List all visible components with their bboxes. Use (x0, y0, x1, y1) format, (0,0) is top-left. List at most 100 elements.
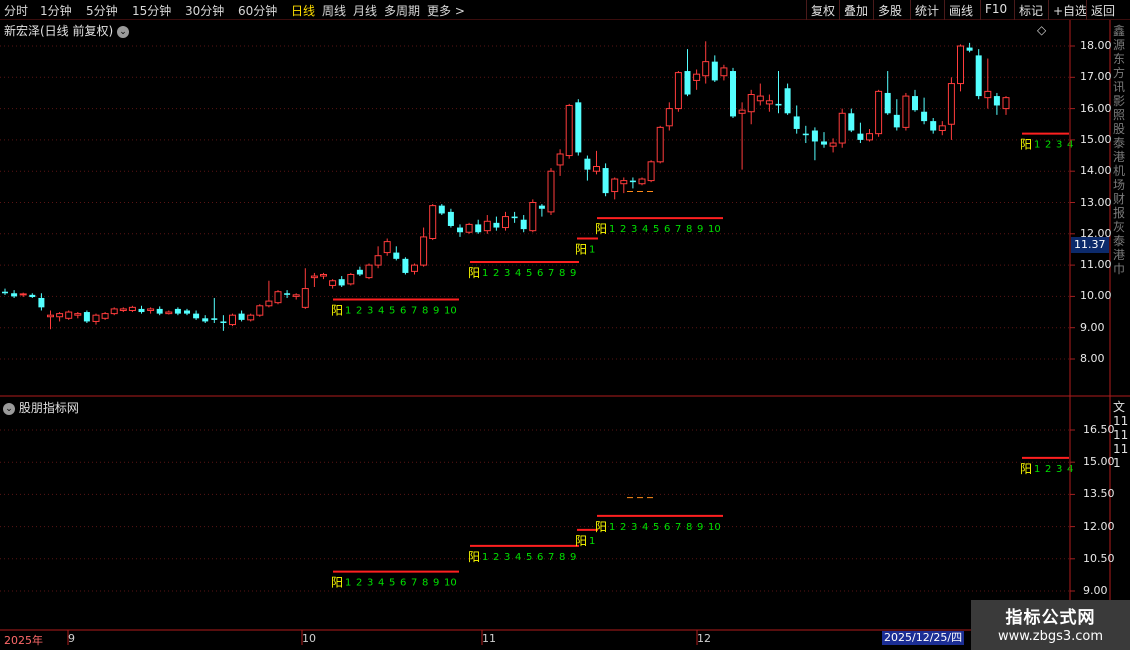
signal-count: 1 (482, 552, 488, 563)
candle-body-down (811, 130, 818, 142)
candle-body-up (301, 288, 309, 308)
candle-body-up (747, 94, 755, 113)
candlestick (211, 297, 218, 324)
candlestick (511, 211, 518, 223)
candle-body-down (711, 61, 718, 81)
candlestick (838, 108, 846, 148)
signal-markers: 阳 1 2 3 4 5 6 7 8 9 10阳 1 2 3 4 5 6 7 8 9 10阳 1 2 3 4 5 6 7 8 9阳 1 2 3 4 5… (331, 132, 1073, 590)
candlestick (811, 127, 818, 161)
signal-count: 1 (345, 306, 351, 317)
candle-body-down (821, 141, 827, 145)
candlestick (65, 310, 73, 320)
candle-body-up (101, 313, 109, 319)
signal-count: 2 (356, 578, 362, 589)
candle-body-down (2, 291, 8, 294)
candlestick (947, 77, 955, 140)
price-tick-label: 9.00 (1080, 320, 1105, 334)
candlestick (438, 204, 445, 216)
candle-body-down (775, 103, 782, 106)
month-label-oct: 10 (302, 632, 316, 645)
candle-body-down (912, 96, 918, 111)
signal-count: 3 (504, 268, 510, 279)
price-tick-label: 13.00 (1080, 195, 1112, 209)
signal-count: 7 (548, 268, 554, 279)
diamond-icon[interactable]: ◇ (1037, 23, 1046, 37)
candlestick (620, 177, 628, 194)
candle-body-down (457, 227, 463, 233)
current-price-badge: 11.37 (1071, 237, 1109, 253)
signal-count: 3 (631, 522, 637, 533)
signal-count: 8 (559, 268, 565, 279)
candlestick (393, 246, 400, 261)
candle-body-up (829, 142, 837, 147)
candlestick (866, 128, 873, 142)
candlestick (184, 308, 190, 316)
main-pane-title: 新宏泽(日线 前复权) ⌄ (4, 22, 130, 39)
price-tick-label: 11.00 (1080, 258, 1112, 272)
candle-body-up (656, 126, 664, 163)
candlestick (611, 177, 619, 200)
signal-count: 10 (444, 578, 457, 589)
signal-count: 1 (609, 522, 615, 533)
candle-body-down (893, 114, 900, 128)
candle-body-down (848, 113, 855, 131)
watermark-url: www.zbgs3.com (997, 629, 1104, 644)
signal-label: 阳 (468, 550, 480, 564)
signal-label: 阳 (331, 576, 343, 590)
candle-body-down (730, 71, 736, 117)
signal-count: 1 (1034, 140, 1040, 151)
candlestick (256, 304, 264, 317)
candlestick (128, 305, 136, 313)
signal-marker-main: 阳1234 (1020, 132, 1073, 152)
candle-body-up (347, 273, 355, 285)
signal-label: 阳 (575, 242, 587, 256)
candlestick (584, 155, 591, 181)
candle-body-up (866, 133, 873, 141)
kline-chart-canvas[interactable]: 阳 1 2 3 4 5 6 7 8 9 10阳 1 2 3 4 5 6 7 8 9 10阳 1 2 3 4 5 6 7 8 9阳 1 2 3 4 5… (0, 0, 1130, 650)
candlestick (966, 42, 973, 53)
candle-body-down (802, 133, 809, 136)
candle-body-down (438, 205, 445, 214)
signal-count: 1 (589, 244, 595, 255)
signal-count: 6 (537, 268, 543, 279)
candlestick (247, 313, 255, 322)
candle-body-up (565, 104, 573, 157)
candle-body-down (238, 313, 245, 320)
price-tick-label: 18.00 (1080, 39, 1112, 52)
candle-body-up (92, 314, 100, 322)
candle-body-up (593, 166, 600, 172)
candlestick (475, 219, 482, 234)
candle-body-up (420, 236, 428, 266)
signal-count: 6 (664, 522, 670, 533)
candlestick (975, 49, 982, 100)
candle-body-up (247, 314, 255, 321)
signal-count: 7 (675, 224, 681, 235)
candle-body-down (356, 269, 363, 275)
signal-count: 7 (411, 578, 417, 589)
signal-count: 4 (515, 268, 521, 279)
candle-body-up (647, 161, 655, 182)
indicator-tick-label: 15.00 (1083, 455, 1115, 469)
candlestick (429, 204, 437, 241)
candlestick (320, 272, 327, 280)
candlestick (156, 306, 163, 316)
signal-label: 阳 (1020, 462, 1032, 476)
candlestick (912, 89, 918, 112)
candlestick (110, 307, 118, 316)
candle-body-up (229, 314, 236, 326)
candle-body-up (19, 293, 27, 296)
signal-count: 3 (631, 224, 637, 235)
candlestick (301, 268, 309, 309)
chevron-down-icon[interactable]: ⌄ (3, 402, 15, 415)
candle-body-down (993, 96, 1000, 106)
candle-body-up (984, 90, 992, 99)
year-label: 2025年 (4, 634, 43, 647)
chevron-down-icon[interactable]: ⌄ (117, 25, 130, 38)
candle-body-up (256, 305, 264, 316)
signal-label: 阳 (468, 266, 480, 280)
candle-body-down (156, 308, 163, 314)
candle-body-up (274, 291, 282, 304)
signal-count: 4 (378, 578, 384, 589)
signal-count: 1 (345, 578, 351, 589)
candlestick (56, 312, 64, 322)
